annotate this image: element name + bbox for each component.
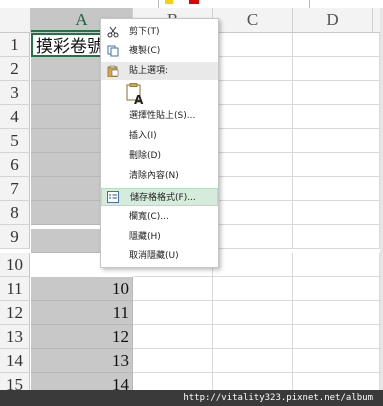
row-header[interactable]: 2 [0, 57, 30, 81]
cell-b11[interactable] [133, 277, 213, 301]
paste-values-icon[interactable]: A [125, 83, 145, 105]
cell-c11[interactable] [213, 277, 293, 301]
watermark-url: http://vitality323.pixnet.net/album [0, 390, 383, 406]
select-all-corner[interactable] [0, 8, 31, 32]
font-color-icon[interactable] [189, 0, 199, 4]
row-header[interactable]: 5 [0, 129, 30, 153]
cell-c1[interactable] [213, 33, 293, 57]
cell-d4[interactable] [293, 105, 380, 129]
row-header[interactable]: 6 [0, 153, 30, 177]
cell-c8[interactable] [213, 201, 293, 225]
row-header[interactable]: 7 [0, 177, 30, 201]
menu-label-unhide: 取消隱藏(U) [129, 251, 179, 261]
ribbon-strip [0, 0, 383, 8]
cell-d11[interactable] [293, 277, 380, 301]
cell-a12[interactable]: 11 [31, 301, 133, 325]
menu-item-unhide[interactable]: 取消隱藏(U) [101, 247, 218, 265]
cell-c7[interactable] [213, 177, 293, 201]
row-header[interactable]: 14 [0, 349, 30, 373]
menu-label-hide: 隱藏(H) [129, 232, 161, 242]
cell-d1[interactable] [293, 33, 380, 57]
menu-label-paste-options: 貼上選項: [129, 66, 169, 76]
toolbar-remnant [158, 0, 310, 8]
scissors-icon [107, 26, 119, 38]
cell-b13[interactable] [133, 325, 213, 349]
cell-d14[interactable] [293, 349, 380, 373]
cell-c2[interactable] [213, 57, 293, 81]
menu-label-column-width: 欄寬(C)... [129, 212, 169, 222]
context-menu: 剪下(T) 複製(C) 貼上選項: A 選擇性貼上(S)... 插入(I) 刪除… [100, 18, 219, 268]
menu-label-format-cells: 儲存格格式(F)... [130, 193, 196, 203]
menu-label-clear-contents: 清除內容(N) [129, 171, 179, 181]
row-header[interactable]: 4 [0, 105, 30, 129]
row-header[interactable]: 12 [0, 301, 30, 325]
format-cells-icon [107, 191, 119, 203]
column-header-c[interactable]: C [213, 8, 293, 32]
cell-d5[interactable] [293, 129, 380, 153]
menu-label-paste-special: 選擇性貼上(S)... [129, 111, 196, 121]
cell-a11[interactable]: 10 [31, 277, 133, 301]
cell-d6[interactable] [293, 153, 380, 177]
cell-c4[interactable] [213, 105, 293, 129]
cell-c6[interactable] [213, 153, 293, 177]
menu-item-copy[interactable]: 複製(C) [101, 42, 218, 60]
clipboard-icon [107, 65, 119, 77]
menu-item-format-cells[interactable]: 儲存格格式(F)... [101, 188, 218, 206]
menu-item-delete[interactable]: 刪除(D) [101, 147, 218, 165]
cell-c14[interactable] [213, 349, 293, 373]
cell-c5[interactable] [213, 129, 293, 153]
menu-label-cut: 剪下(T) [129, 27, 160, 37]
cell-a14[interactable]: 13 [31, 349, 133, 373]
cell-d3[interactable] [293, 81, 380, 105]
menu-item-cut[interactable]: 剪下(T) [101, 23, 218, 41]
menu-label-insert: 插入(I) [129, 131, 157, 141]
menu-label-copy: 複製(C) [129, 46, 161, 56]
row-header[interactable]: 9 [0, 225, 30, 249]
cell-d12[interactable] [293, 301, 380, 325]
cell-b14[interactable] [133, 349, 213, 373]
spreadsheet: A B C D 1 2 3 4 5 6 7 8 9 10 11 12 13 14… [0, 0, 383, 406]
cell-c13[interactable] [213, 325, 293, 349]
cell-c12[interactable] [213, 301, 293, 325]
row-header[interactable]: 1 [0, 33, 30, 57]
menu-label-delete: 刪除(D) [129, 151, 161, 161]
menu-item-clear-contents[interactable]: 清除內容(N) [101, 167, 218, 185]
cell-d10[interactable] [293, 253, 380, 277]
highlight-color-icon[interactable] [165, 0, 173, 4]
cell-a13[interactable]: 12 [31, 325, 133, 349]
row-header[interactable]: 11 [0, 277, 30, 301]
column-header-d[interactable]: D [293, 8, 373, 32]
cell-d2[interactable] [293, 57, 380, 81]
row-header[interactable]: 3 [0, 81, 30, 105]
cell-c9[interactable] [213, 225, 293, 249]
cell-d9[interactable] [293, 225, 380, 249]
row-header[interactable]: 13 [0, 325, 30, 349]
cell-b12[interactable] [133, 301, 213, 325]
svg-text:A: A [134, 93, 144, 105]
menu-item-paste-special[interactable]: 選擇性貼上(S)... [101, 107, 218, 125]
menu-section-paste-options: 貼上選項: [101, 62, 218, 80]
cell-d13[interactable] [293, 325, 380, 349]
menu-item-insert[interactable]: 插入(I) [101, 127, 218, 145]
row-header[interactable]: 8 [0, 201, 30, 225]
cell-c3[interactable] [213, 81, 293, 105]
cell-d7[interactable] [293, 177, 380, 201]
menu-item-hide[interactable]: 隱藏(H) [101, 228, 218, 246]
cell-d8[interactable] [293, 201, 380, 225]
row-header[interactable]: 10 [0, 253, 30, 277]
cell-c10[interactable] [213, 253, 293, 277]
copy-icon [107, 45, 119, 57]
menu-item-column-width[interactable]: 欄寬(C)... [101, 208, 218, 226]
